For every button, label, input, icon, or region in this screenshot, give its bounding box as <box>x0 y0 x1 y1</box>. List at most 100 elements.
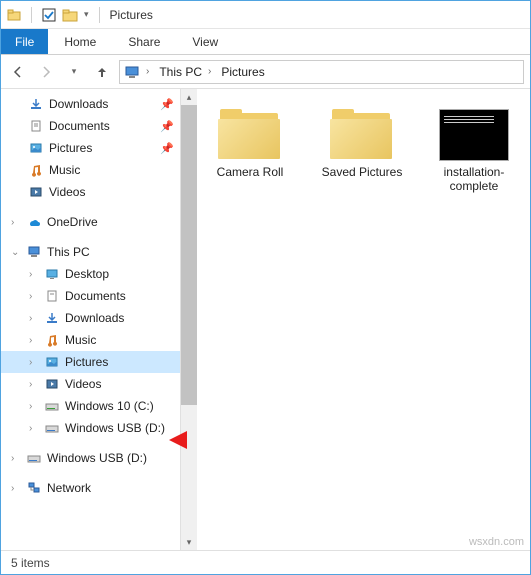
pin-icon: 📌 <box>160 142 174 155</box>
pc-pictures[interactable]: ›Pictures <box>1 351 180 373</box>
pc-music[interactable]: ›Music <box>1 329 180 351</box>
titlebar: ▾ Pictures <box>1 1 530 29</box>
item-label: Desktop <box>65 267 109 281</box>
documents-icon <box>29 119 45 133</box>
tab-home[interactable]: Home <box>48 29 112 54</box>
watermark: wsxdn.com <box>469 536 524 548</box>
scroll-down-icon[interactable]: ▾ <box>181 534 197 550</box>
divider <box>31 7 32 23</box>
pin-icon: 📌 <box>160 120 174 133</box>
qat-folder-icon[interactable] <box>62 8 78 22</box>
statusbar: 5 items <box>1 550 530 574</box>
body: Downloads 📌 Documents 📌 Pictures 📌 Music… <box>1 89 530 550</box>
music-icon <box>29 163 45 177</box>
chevron-down-icon[interactable]: ⌄ <box>11 247 23 258</box>
item-label: Videos <box>65 377 101 391</box>
pc-icon <box>27 246 43 258</box>
tab-file[interactable]: File <box>1 29 48 54</box>
item-label: This PC <box>47 245 90 259</box>
address-bar[interactable]: › This PC› Pictures <box>119 60 524 84</box>
address-pc-icon <box>124 65 140 79</box>
videos-icon <box>45 377 61 391</box>
item-label: Documents <box>65 289 126 303</box>
item-label: Windows USB (D:) <box>65 421 165 435</box>
qa-pictures[interactable]: Pictures 📌 <box>1 137 180 159</box>
nav-back-button[interactable] <box>7 61 29 83</box>
chevron-right-icon[interactable]: › <box>11 217 23 228</box>
qat-checkbox-icon[interactable] <box>42 8 56 22</box>
onedrive-icon <box>27 216 43 228</box>
item-label: installation-complete <box>429 165 519 194</box>
item-label: Downloads <box>65 311 124 325</box>
pc-drive-d[interactable]: ›Windows USB (D:) <box>1 417 180 439</box>
scroll-up-icon[interactable]: ▴ <box>181 89 197 105</box>
content-area[interactable]: Camera Roll Saved Pictures installation-… <box>197 89 530 550</box>
folder-savedpictures[interactable]: Saved Pictures <box>317 109 407 179</box>
item-label: Windows 10 (C:) <box>65 399 154 413</box>
qat-dropdown-icon[interactable]: ▾ <box>84 9 89 20</box>
item-label: Documents <box>49 119 110 133</box>
nav-forward-button[interactable] <box>35 61 57 83</box>
pc-desktop[interactable]: ›Desktop <box>1 263 180 285</box>
pc-videos[interactable]: ›Videos <box>1 373 180 395</box>
item-label: Music <box>49 163 80 177</box>
tab-view[interactable]: View <box>176 29 234 54</box>
navbar: ▾ › This PC› Pictures <box>1 55 530 89</box>
pc-drive-c[interactable]: ›Windows 10 (C:) <box>1 395 180 417</box>
network-icon <box>27 482 43 494</box>
tree-usb[interactable]: › Windows USB (D:) <box>1 447 180 469</box>
chevron-right-icon[interactable]: › <box>11 453 23 464</box>
crumb-thispc[interactable]: This PC› <box>155 65 215 79</box>
image-thumbnail <box>439 109 509 161</box>
folder-icon <box>218 109 282 161</box>
nav-up-button[interactable] <box>91 61 113 83</box>
item-label: Pictures <box>49 141 92 155</box>
usb-drive-icon <box>27 452 43 464</box>
navigation-pane: Downloads 📌 Documents 📌 Pictures 📌 Music… <box>1 89 181 550</box>
quick-access-toolbar: ▾ <box>7 7 104 23</box>
item-label: Saved Pictures <box>322 165 403 179</box>
item-label: Music <box>65 333 96 347</box>
qa-music[interactable]: Music <box>1 159 180 181</box>
file-installation-complete[interactable]: installation-complete <box>429 109 519 194</box>
window-title: Pictures <box>110 8 153 22</box>
tab-share[interactable]: Share <box>112 29 176 54</box>
videos-icon <box>29 185 45 199</box>
pictures-icon <box>45 355 61 369</box>
pc-downloads[interactable]: ›Downloads <box>1 307 180 329</box>
usb-drive-icon <box>45 422 61 434</box>
item-label: Camera Roll <box>217 165 284 179</box>
scroll-thumb[interactable] <box>181 105 197 405</box>
item-label: Pictures <box>65 355 108 369</box>
qa-videos[interactable]: Videos <box>1 181 180 203</box>
window-icon <box>7 8 21 22</box>
documents-icon <box>45 289 61 303</box>
nav-recent-dropdown[interactable]: ▾ <box>63 61 85 83</box>
crumb-chevron[interactable]: › <box>142 66 153 77</box>
qa-documents[interactable]: Documents 📌 <box>1 115 180 137</box>
pictures-icon <box>29 141 45 155</box>
tree-thispc[interactable]: ⌄ This PC <box>1 241 180 263</box>
nav-scrollbar[interactable]: ▴ ▾ <box>181 89 197 550</box>
qa-downloads[interactable]: Downloads 📌 <box>1 93 180 115</box>
pc-documents[interactable]: ›Documents <box>1 285 180 307</box>
chevron-right-icon[interactable]: › <box>11 483 23 494</box>
desktop-icon <box>45 268 61 280</box>
drive-icon <box>45 400 61 412</box>
item-label: OneDrive <box>47 215 98 229</box>
tree-onedrive[interactable]: › OneDrive <box>1 211 180 233</box>
crumb-pictures[interactable]: Pictures <box>217 65 268 79</box>
status-count: 5 items <box>11 556 50 570</box>
item-label: Downloads <box>49 97 108 111</box>
tree-network[interactable]: › Network <box>1 477 180 499</box>
pin-icon: 📌 <box>160 98 174 111</box>
item-label: Videos <box>49 185 85 199</box>
folder-icon <box>330 109 394 161</box>
downloads-icon <box>45 311 61 325</box>
folder-cameraroll[interactable]: Camera Roll <box>205 109 295 179</box>
divider <box>99 7 100 23</box>
item-label: Network <box>47 481 91 495</box>
item-label: Windows USB (D:) <box>47 451 147 465</box>
music-icon <box>45 333 61 347</box>
downloads-icon <box>29 97 45 111</box>
